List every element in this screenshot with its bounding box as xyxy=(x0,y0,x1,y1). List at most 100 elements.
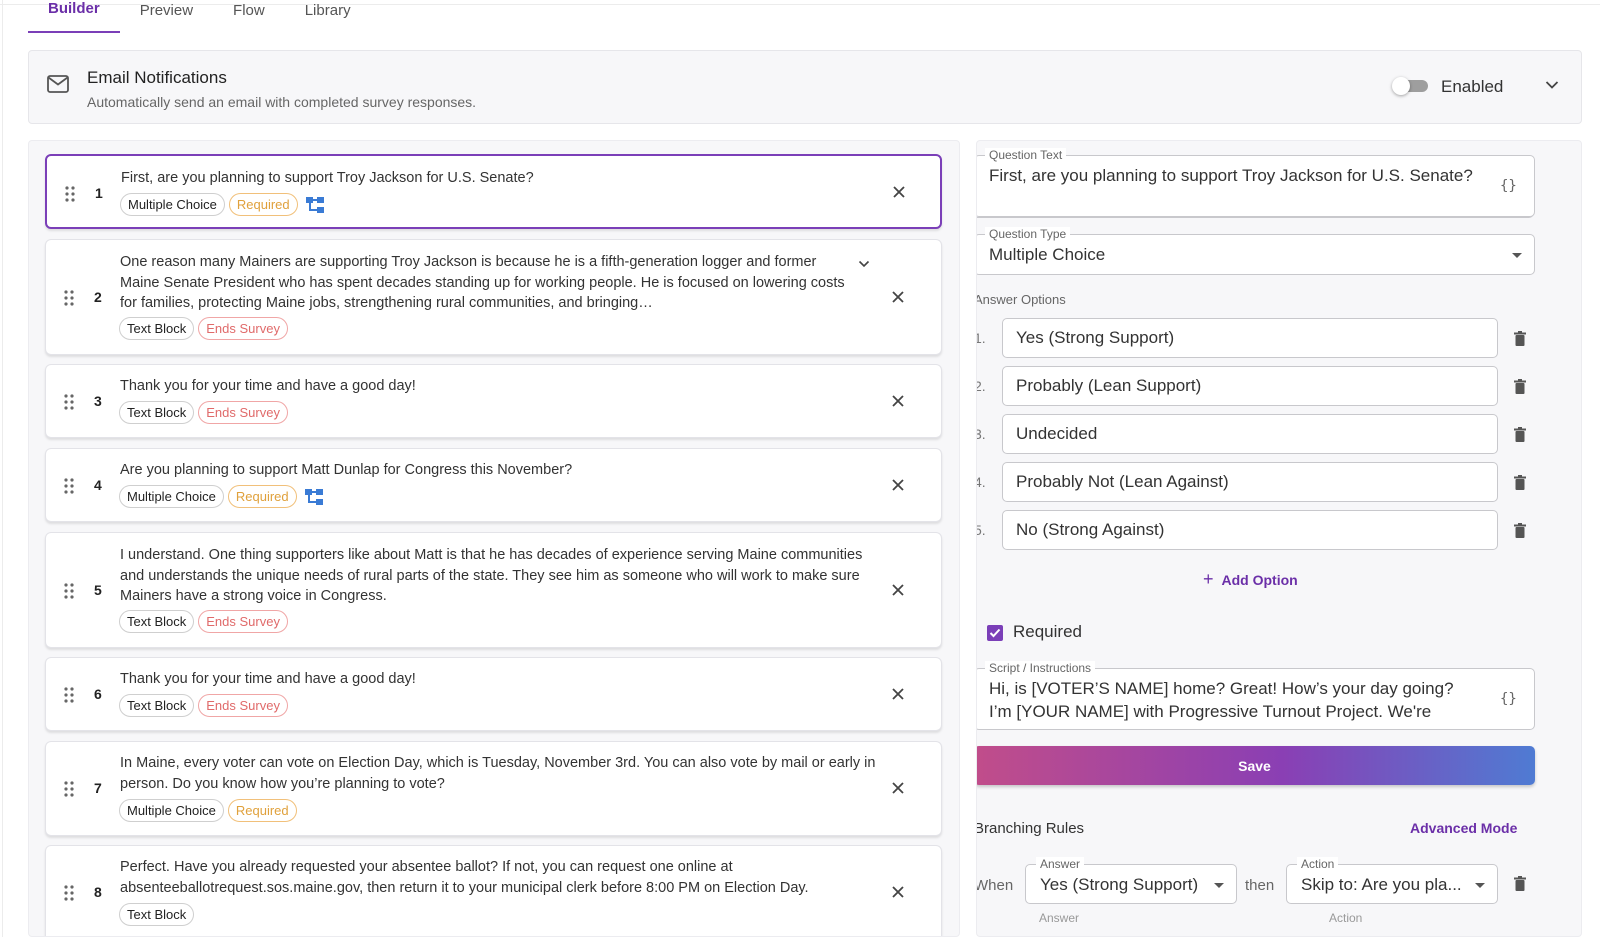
ends-survey-badge: Ends Survey xyxy=(198,317,288,340)
rule-answer-label: Answer xyxy=(1036,857,1085,871)
close-icon[interactable] xyxy=(891,781,905,795)
variable-braces-icon[interactable]: {} xyxy=(1500,691,1518,707)
chevron-down-icon[interactable] xyxy=(858,260,870,268)
rule-answer-select[interactable]: Answer Yes (Strong Support) xyxy=(1025,857,1237,904)
question-type-label: Question Type xyxy=(985,227,1071,241)
drag-handle-icon[interactable] xyxy=(64,885,74,901)
required-badge: Required xyxy=(228,193,298,216)
question-number: 3 xyxy=(94,393,102,409)
script-instructions-label: Script / Instructions xyxy=(985,661,1096,675)
close-icon[interactable] xyxy=(891,478,905,492)
drag-handle-icon[interactable] xyxy=(64,583,74,599)
drag-handle-icon[interactable] xyxy=(64,290,74,306)
answer-option-input[interactable]: Probably Not (Lean Against) xyxy=(1002,462,1498,502)
drag-handle-icon[interactable] xyxy=(64,687,74,703)
question-badges: Multiple Choice Required xyxy=(120,193,324,216)
question-text-label: Question Text xyxy=(985,148,1067,162)
close-icon[interactable] xyxy=(891,583,905,597)
script-instructions-field[interactable]: Script / Instructions Hi, is [VOTER’S NA… xyxy=(977,661,1535,730)
type-badge: Text Block xyxy=(119,903,195,926)
question-card[interactable]: 6 Thank you for your time and have a goo… xyxy=(45,657,942,731)
question-number: 5 xyxy=(94,582,102,598)
plus-icon: + xyxy=(1203,569,1214,589)
close-icon[interactable] xyxy=(891,394,905,408)
branching-icon xyxy=(305,196,324,213)
close-icon[interactable] xyxy=(891,885,905,899)
trash-icon[interactable] xyxy=(1514,876,1526,891)
drag-handle-icon[interactable] xyxy=(65,186,75,202)
question-editor-panel: Question Text First, are you planning to… xyxy=(976,140,1582,937)
ends-survey-badge: Ends Survey xyxy=(198,694,288,717)
question-number: 4 xyxy=(94,477,102,493)
option-number: 2. xyxy=(977,378,986,394)
question-badges: Text Block Ends Survey xyxy=(119,317,288,340)
chevron-down-icon[interactable] xyxy=(1545,80,1559,90)
answer-option-value: Probably Not (Lean Against) xyxy=(1016,472,1229,491)
question-card[interactable]: 7 In Maine, every voter can vote on Elec… xyxy=(45,741,942,836)
trash-icon[interactable] xyxy=(1514,427,1526,442)
question-badges: Text Block Ends Survey xyxy=(119,610,288,633)
rule-action-select[interactable]: Action Skip to: Are you pla... xyxy=(1286,857,1498,904)
advanced-mode-link[interactable]: Advanced Mode xyxy=(1410,820,1517,836)
question-type-value: Multiple Choice xyxy=(989,245,1106,264)
type-badge: Text Block xyxy=(119,317,195,340)
rule-then-label: then xyxy=(1245,877,1275,894)
email-enabled-toggle[interactable] xyxy=(1392,77,1430,95)
tab-library[interactable]: Library xyxy=(285,0,371,33)
close-icon[interactable] xyxy=(892,185,906,199)
required-checkbox[interactable] xyxy=(987,625,1003,641)
rule-action-label: Action xyxy=(1297,857,1339,871)
type-badge: Multiple Choice xyxy=(120,193,225,216)
type-badge: Text Block xyxy=(119,401,195,424)
question-card[interactable]: 5 I understand. One thing supporters lik… xyxy=(45,532,942,648)
question-card[interactable]: 4 Are you planning to support Matt Dunla… xyxy=(45,448,942,522)
question-number: 2 xyxy=(94,289,102,305)
question-list-panel: 1 First, are you planning to support Tro… xyxy=(28,140,960,937)
question-card[interactable]: 8 Perfect. Have you already requested yo… xyxy=(45,845,942,936)
answer-option-input[interactable]: Yes (Strong Support) xyxy=(1002,318,1498,358)
trash-icon[interactable] xyxy=(1514,475,1526,490)
question-text-field[interactable]: Question Text First, are you planning to… xyxy=(977,148,1535,217)
rule-answer-value: Yes (Strong Support) xyxy=(1040,875,1199,894)
save-button[interactable]: Save xyxy=(977,746,1535,785)
question-number: 8 xyxy=(94,884,102,900)
tab-bar: Builder Preview Flow Library xyxy=(28,0,371,33)
caret-down-icon xyxy=(1214,883,1224,888)
question-card[interactable]: 3 Thank you for your time and have a goo… xyxy=(45,364,942,438)
answer-option-input[interactable]: Undecided xyxy=(1002,414,1498,454)
drag-handle-icon[interactable] xyxy=(64,394,74,410)
tab-flow[interactable]: Flow xyxy=(213,0,285,33)
left-divider xyxy=(2,0,3,937)
drag-handle-icon[interactable] xyxy=(64,478,74,494)
next-rule-action-label: Action xyxy=(1329,911,1363,925)
branching-icon xyxy=(304,488,323,505)
question-badges: Text Block Ends Survey xyxy=(119,401,288,424)
required-badge: Required xyxy=(227,485,297,508)
question-text: Thank you for your time and have a good … xyxy=(120,671,416,687)
add-option-button[interactable]: + Add Option xyxy=(1203,569,1298,590)
email-notifications-subtitle: Automatically send an email with complet… xyxy=(87,94,477,110)
question-text: I understand. One thing supporters like … xyxy=(120,547,863,604)
question-card[interactable]: 1 First, are you planning to support Tro… xyxy=(45,154,942,229)
question-card[interactable]: 2 One reason many Mainers are supporting… xyxy=(45,239,942,355)
question-text: First, are you planning to support Troy … xyxy=(121,170,534,186)
required-badge: Required xyxy=(227,799,297,822)
variable-braces-icon[interactable]: {} xyxy=(1500,178,1518,194)
close-icon[interactable] xyxy=(891,290,905,304)
answer-option-input[interactable]: No (Strong Against) xyxy=(1002,510,1498,550)
trash-icon[interactable] xyxy=(1514,379,1526,394)
answer-options-label: Answer Options xyxy=(976,292,1066,307)
close-icon[interactable] xyxy=(891,687,905,701)
drag-handle-icon[interactable] xyxy=(64,781,74,797)
type-badge: Text Block xyxy=(119,694,195,717)
question-type-select[interactable]: Question Type Multiple Choice xyxy=(977,227,1535,275)
tab-preview[interactable]: Preview xyxy=(120,0,213,33)
script-instructions-value: Hi, is [VOTER’S NAME] home? Great! How’s… xyxy=(989,679,1454,721)
trash-icon[interactable] xyxy=(1514,331,1526,346)
answer-option-input[interactable]: Probably (Lean Support) xyxy=(1002,366,1498,406)
option-number: 4. xyxy=(977,474,986,490)
email-notifications-card: Email Notifications Automatically send a… xyxy=(28,50,1582,124)
tab-builder[interactable]: Builder xyxy=(28,0,120,33)
ends-survey-badge: Ends Survey xyxy=(198,610,288,633)
trash-icon[interactable] xyxy=(1514,523,1526,538)
